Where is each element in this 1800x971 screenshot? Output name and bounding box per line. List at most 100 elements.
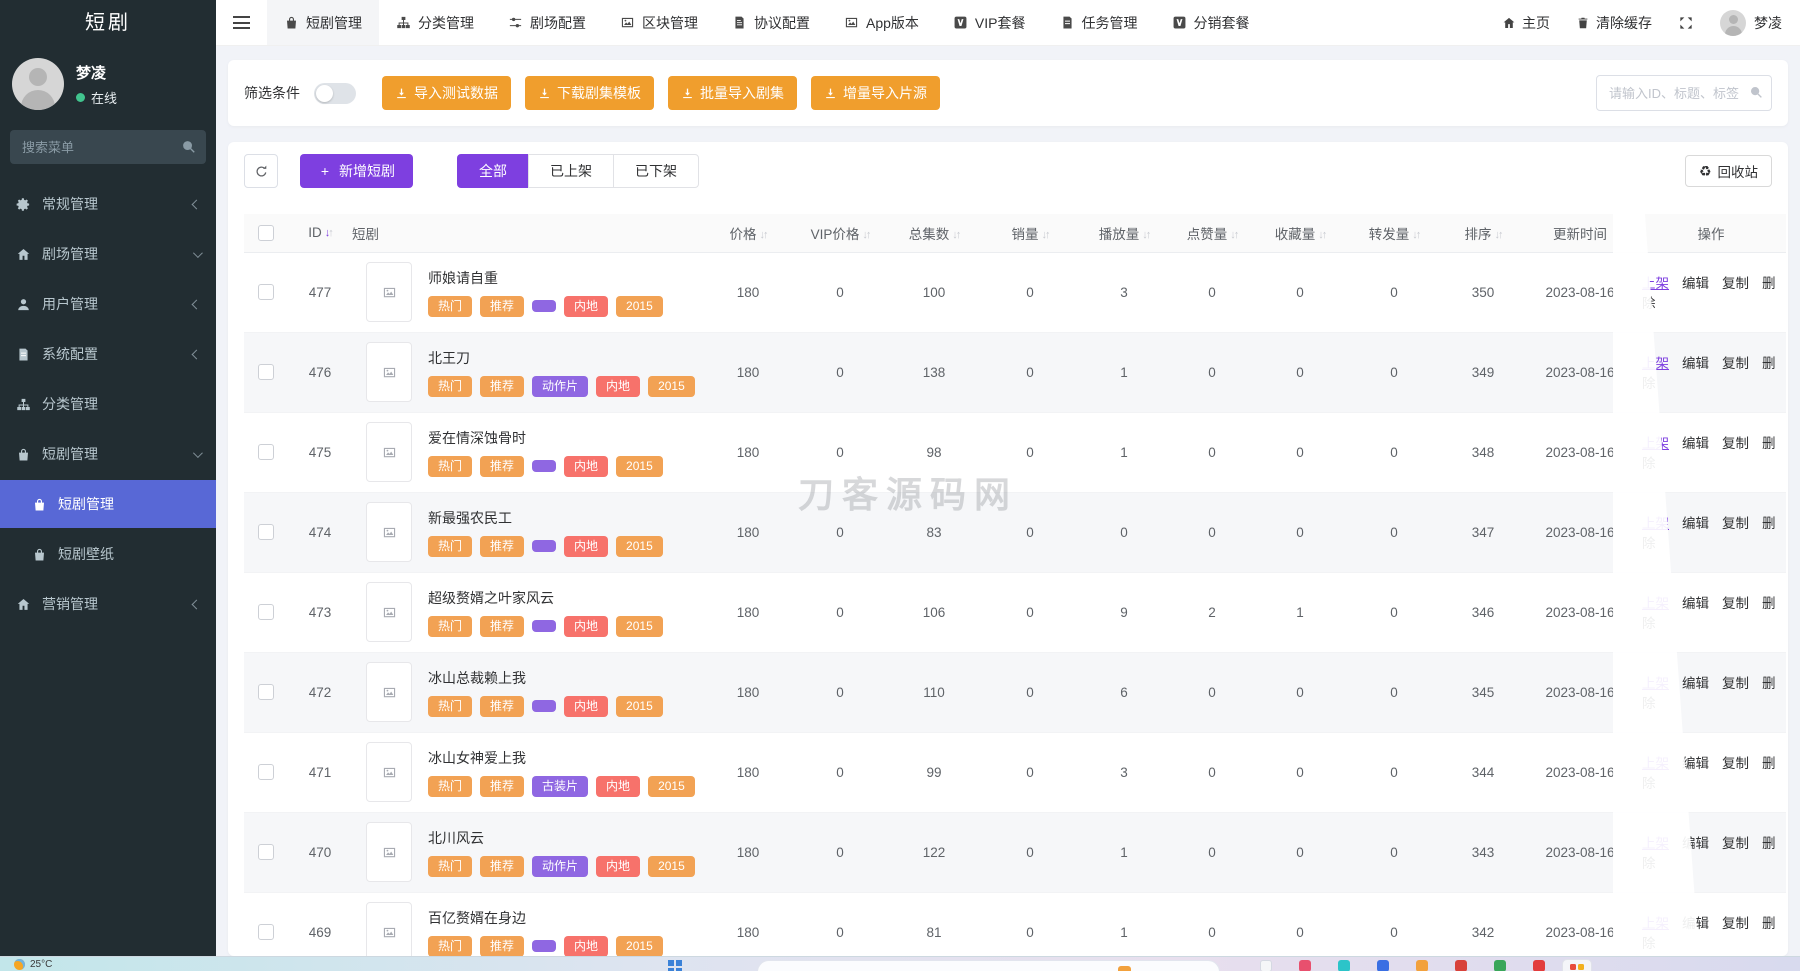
- add-drama-button[interactable]: + 新增短剧: [300, 154, 413, 188]
- tab-protocol-config[interactable]: 协议配置: [715, 0, 827, 45]
- sidebar-item-theater-manage[interactable]: 剧场管理: [0, 230, 216, 278]
- table-row: 470北川风云热门推荐动作片内地20151800122010003432023-…: [244, 812, 1786, 892]
- action-publish[interactable]: 上架: [1642, 436, 1669, 451]
- col-vip_price[interactable]: VIP价格↓↑: [794, 214, 886, 252]
- sidebar-toggle-button[interactable]: [216, 0, 267, 45]
- import-test-data-button[interactable]: 导入测试数据: [382, 76, 511, 110]
- taskbar-app-icon[interactable]: [1494, 960, 1506, 971]
- taskbar-app-icon[interactable]: [1377, 960, 1389, 971]
- action-edit[interactable]: 编辑: [1682, 916, 1709, 931]
- col-id[interactable]: ID↓↑: [288, 214, 352, 252]
- table-search-input[interactable]: [1596, 75, 1772, 111]
- sidebar-item-marketing-manage[interactable]: 营销管理: [0, 580, 216, 628]
- filter-toggle[interactable]: [314, 83, 356, 104]
- col-favorites[interactable]: 收藏量↓↑: [1254, 214, 1346, 252]
- row-checkbox[interactable]: [258, 524, 274, 540]
- taskbar-app-icon[interactable]: [1338, 960, 1350, 971]
- refresh-button[interactable]: [244, 154, 278, 188]
- tab-label: VIP套餐: [975, 13, 1026, 33]
- action-copy[interactable]: 复制: [1722, 596, 1749, 611]
- col-sales[interactable]: 销量↓↑: [982, 214, 1078, 252]
- action-copy[interactable]: 复制: [1722, 436, 1749, 451]
- action-edit[interactable]: 编辑: [1682, 436, 1709, 451]
- action-edit[interactable]: 编辑: [1682, 756, 1709, 771]
- tab-distribution-package[interactable]: 分销套餐: [1155, 0, 1267, 45]
- taskbar-search[interactable]: [757, 960, 1220, 971]
- sidebar-item-general-manage[interactable]: 常规管理: [0, 180, 216, 228]
- tab-theater-config[interactable]: 剧场配置: [491, 0, 603, 45]
- action-publish[interactable]: 上架: [1642, 916, 1669, 931]
- weather-widget[interactable]: 25°C: [14, 959, 52, 970]
- action-copy[interactable]: 复制: [1722, 516, 1749, 531]
- action-publish[interactable]: 上架: [1642, 756, 1669, 771]
- taskbar-active-app[interactable]: [1562, 959, 1592, 971]
- tab-task-manage[interactable]: 任务管理: [1043, 0, 1155, 45]
- action-copy[interactable]: 复制: [1722, 276, 1749, 291]
- action-edit[interactable]: 编辑: [1682, 836, 1709, 851]
- action-edit[interactable]: 编辑: [1682, 516, 1709, 531]
- sidebar-item-duanju-manage[interactable]: 短剧管理: [0, 430, 216, 478]
- clear-cache-button[interactable]: 清除缓存: [1576, 13, 1652, 33]
- row-checkbox[interactable]: [258, 764, 274, 780]
- action-publish[interactable]: 上架: [1642, 356, 1669, 371]
- action-edit[interactable]: 编辑: [1682, 276, 1709, 291]
- action-copy[interactable]: 复制: [1722, 916, 1749, 931]
- tab-duanju-manage[interactable]: 短剧管理: [267, 0, 379, 45]
- tab-app-version[interactable]: App版本: [827, 0, 936, 45]
- segment-off-shelf[interactable]: 已下架: [613, 154, 699, 188]
- home-link[interactable]: 主页: [1502, 13, 1550, 33]
- batch-import-episodes-button[interactable]: 批量导入剧集: [668, 76, 797, 110]
- action-publish[interactable]: 上架: [1642, 836, 1669, 851]
- start-button[interactable]: [668, 960, 682, 971]
- row-checkbox[interactable]: [258, 924, 274, 940]
- search-icon[interactable]: [1749, 85, 1763, 99]
- incremental-import-source-button[interactable]: 增量导入片源: [811, 76, 940, 110]
- tab-category-manage[interactable]: 分类管理: [379, 0, 491, 45]
- download-episode-template-button[interactable]: 下载剧集模板: [525, 76, 654, 110]
- tab-block-manage[interactable]: 区块管理: [603, 0, 715, 45]
- action-publish[interactable]: 上架: [1642, 596, 1669, 611]
- action-edit[interactable]: 编辑: [1682, 596, 1709, 611]
- row-checkbox[interactable]: [258, 364, 274, 380]
- sidebar-item-user-manage[interactable]: 用户管理: [0, 280, 216, 328]
- row-checkbox[interactable]: [258, 284, 274, 300]
- action-edit[interactable]: 编辑: [1682, 356, 1709, 371]
- row-checkbox[interactable]: [258, 844, 274, 860]
- row-checkbox[interactable]: [258, 604, 274, 620]
- action-copy[interactable]: 复制: [1722, 756, 1749, 771]
- col-episodes[interactable]: 总集数↓↑: [886, 214, 982, 252]
- fullscreen-button[interactable]: [1678, 15, 1694, 31]
- cell-sales: 0: [982, 252, 1078, 332]
- taskbar-app-icon[interactable]: [1299, 960, 1311, 971]
- menu-search-input[interactable]: [10, 130, 206, 164]
- action-publish[interactable]: 上架: [1642, 676, 1669, 691]
- action-publish[interactable]: 上架: [1642, 276, 1669, 291]
- col-likes[interactable]: 点赞量↓↑: [1170, 214, 1254, 252]
- row-checkbox[interactable]: [258, 684, 274, 700]
- action-copy[interactable]: 复制: [1722, 836, 1749, 851]
- col-plays[interactable]: 播放量↓↑: [1078, 214, 1170, 252]
- sidebar-item-duanju-manage-sub[interactable]: 短剧管理: [0, 480, 216, 528]
- col-shares[interactable]: 转发量↓↑: [1346, 214, 1442, 252]
- segment-on-shelf[interactable]: 已上架: [528, 154, 614, 188]
- sidebar-item-system-config[interactable]: 系统配置: [0, 330, 216, 378]
- recycle-bin-button[interactable]: ♻ 回收站: [1685, 155, 1772, 187]
- sidebar-item-category-manage[interactable]: 分类管理: [0, 380, 216, 428]
- segment-all[interactable]: 全部: [457, 154, 529, 188]
- taskbar-app-icon[interactable]: [1260, 960, 1272, 971]
- taskbar-app-icon[interactable]: [1533, 960, 1545, 971]
- user-menu[interactable]: 梦凌: [1720, 10, 1782, 36]
- sidebar-item-duanju-wallpaper[interactable]: 短剧壁纸: [0, 530, 216, 578]
- chevron-down-icon: [193, 448, 203, 458]
- taskbar-app-icon[interactable]: [1455, 960, 1467, 971]
- taskbar-app-icon[interactable]: [1416, 960, 1428, 971]
- select-all-checkbox[interactable]: [258, 225, 274, 241]
- row-checkbox[interactable]: [258, 444, 274, 460]
- col-price[interactable]: 价格↓↑: [702, 214, 794, 252]
- action-copy[interactable]: 复制: [1722, 676, 1749, 691]
- tab-vip-package[interactable]: VIP套餐: [936, 0, 1043, 45]
- action-copy[interactable]: 复制: [1722, 356, 1749, 371]
- col-sort[interactable]: 排序↓↑: [1442, 214, 1524, 252]
- action-publish[interactable]: 上架: [1642, 516, 1669, 531]
- action-edit[interactable]: 编辑: [1682, 676, 1709, 691]
